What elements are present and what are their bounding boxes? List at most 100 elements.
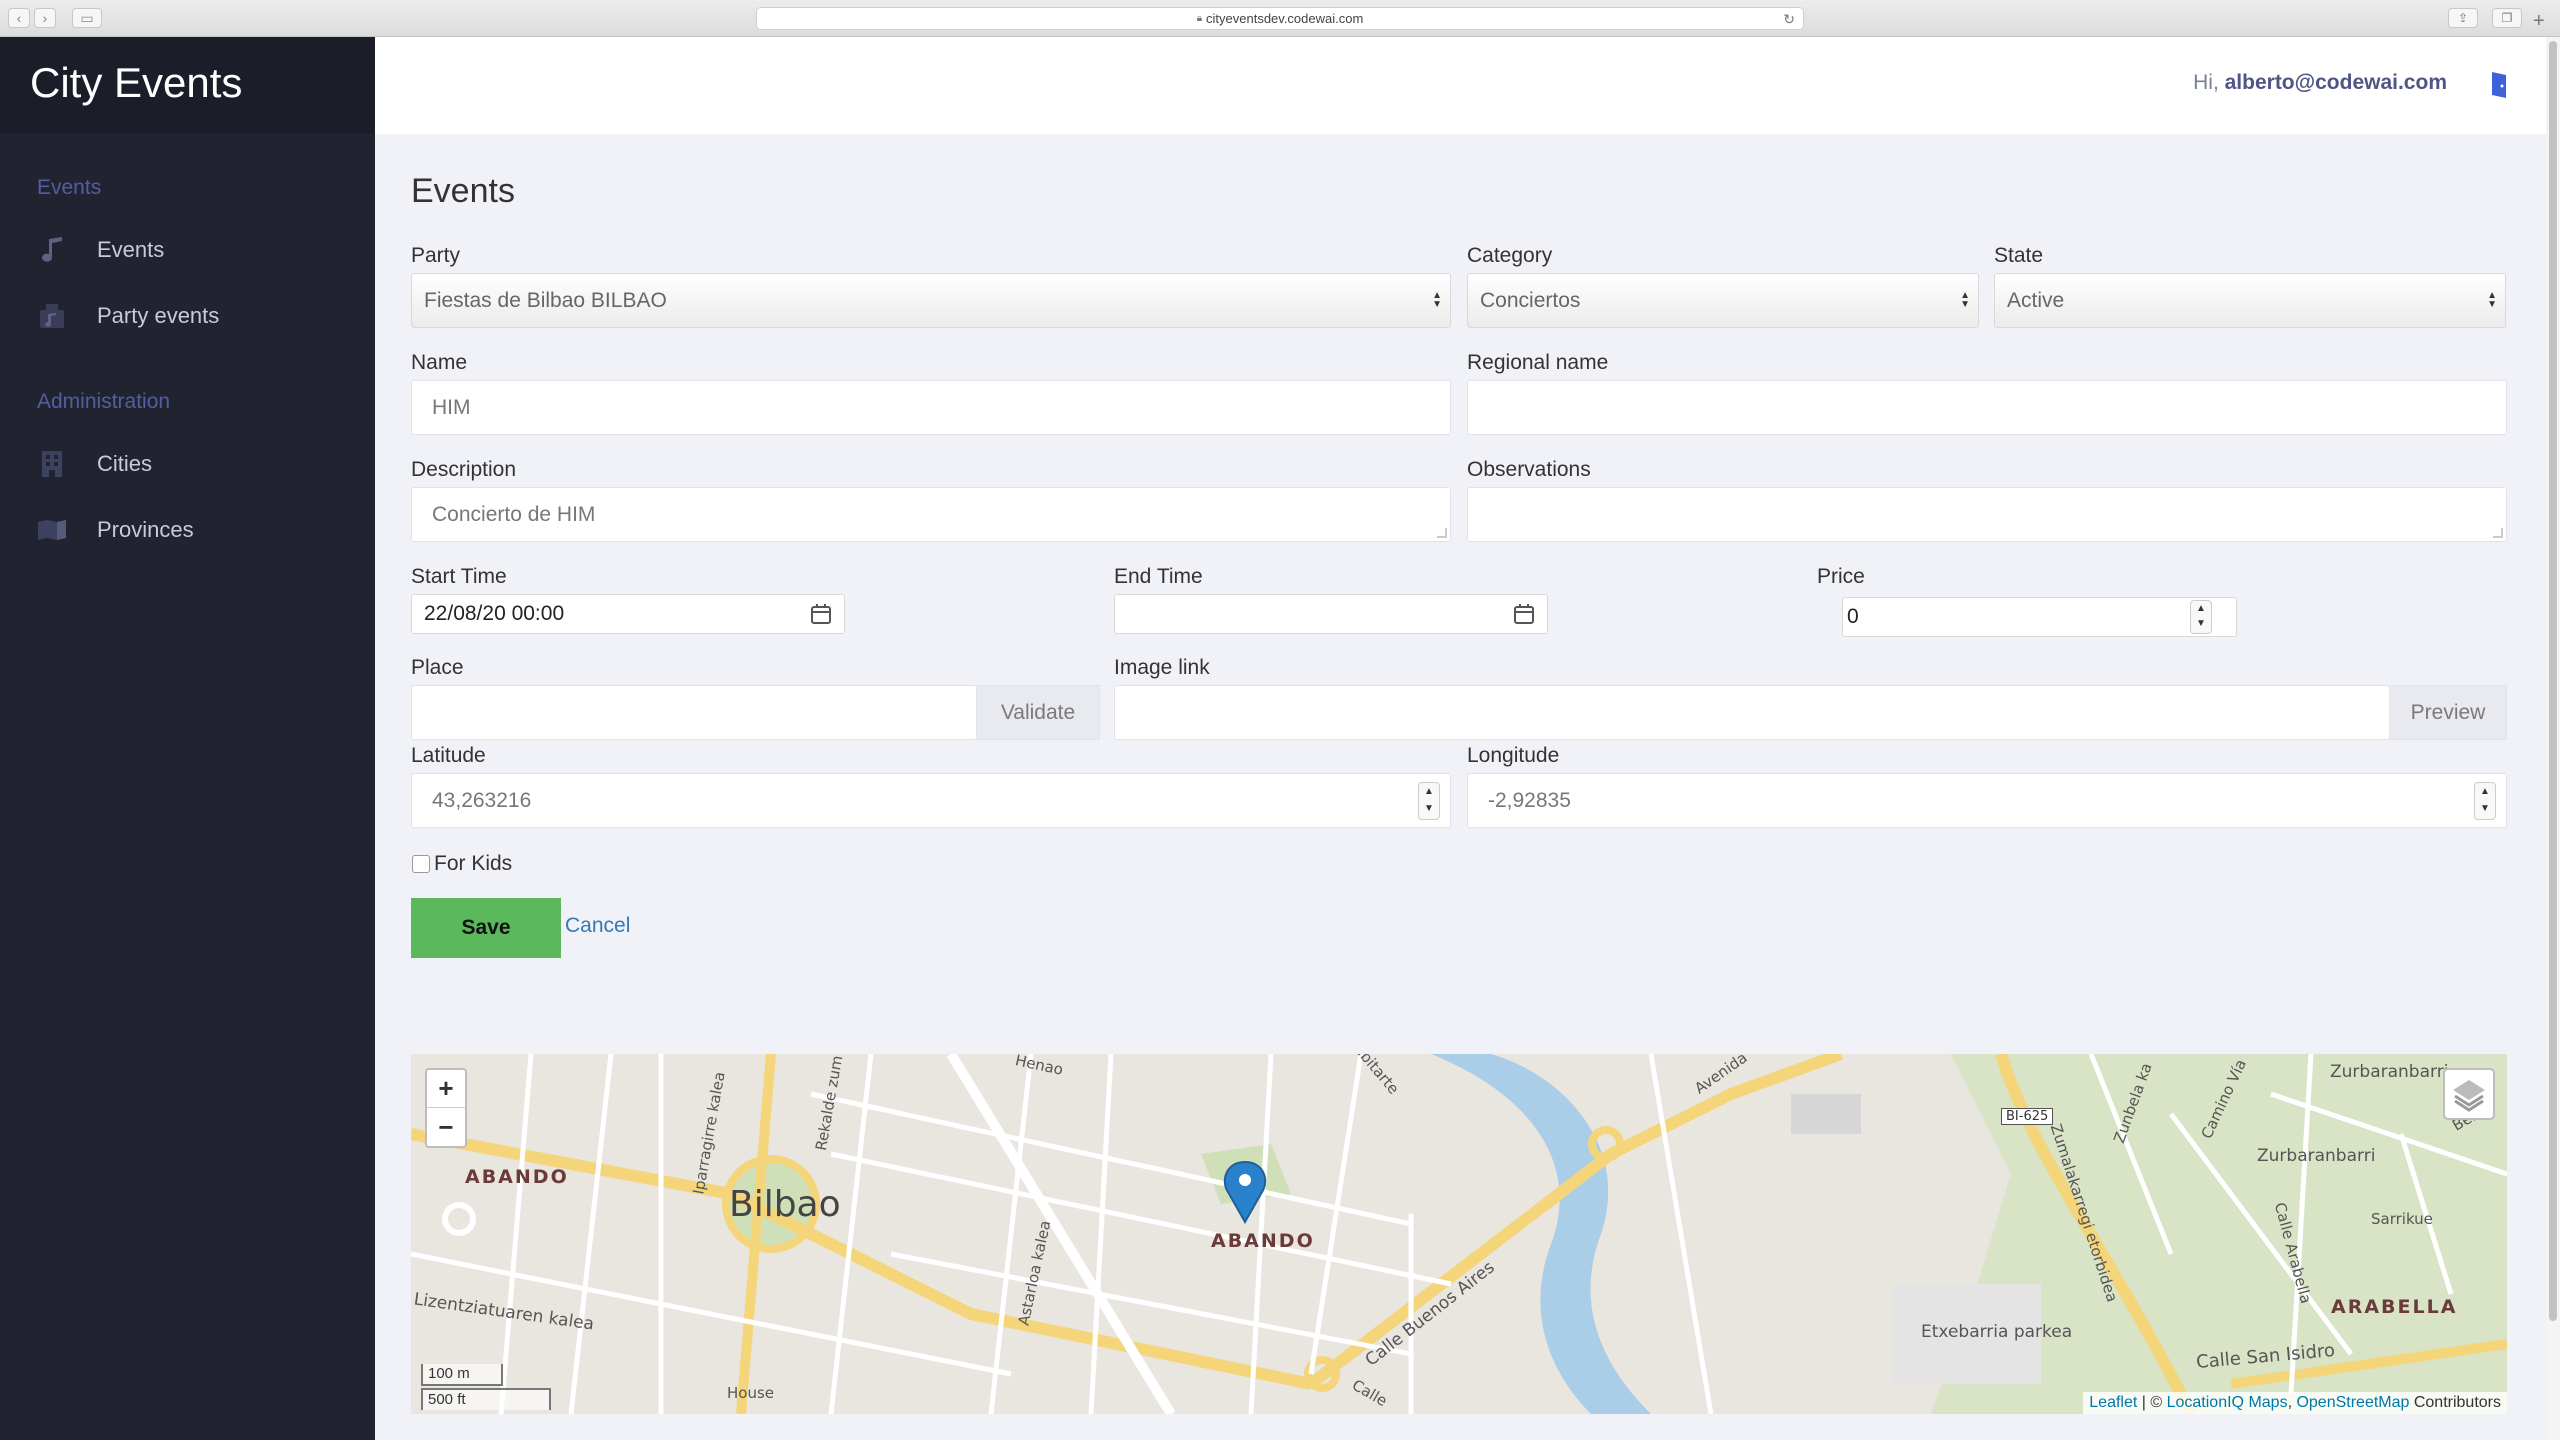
map-label: ARABELLA — [2331, 1296, 2458, 1318]
latitude-stepper[interactable]: ▲ ▼ — [1418, 782, 1440, 820]
validate-button[interactable]: Validate — [976, 685, 1100, 740]
zoom-in-button[interactable]: + — [427, 1070, 465, 1108]
sidebar-item-cities[interactable]: Cities — [37, 444, 152, 484]
map-attribution: Leaflet | © LocationIQ Maps, OpenStreetM… — [2083, 1392, 2507, 1414]
end-time-label: End Time — [1114, 565, 1203, 588]
price-stepper[interactable]: ▲ ▼ — [2190, 600, 2212, 634]
scrollbar-thumb[interactable] — [2549, 41, 2557, 1321]
road-badge: BI-625 — [2001, 1108, 2054, 1125]
start-time-value: 22/08/20 00:00 — [424, 602, 565, 625]
description-textarea[interactable]: Concierto de HIM — [411, 487, 1451, 542]
logout-icon[interactable] — [2488, 71, 2510, 99]
url-text: cityeventsdev.codewai.com — [1206, 11, 1364, 26]
map-label: Etxebarria parkea — [1921, 1322, 2073, 1342]
state-label: State — [1994, 244, 2044, 267]
price-value: 0 — [1847, 605, 1859, 628]
sidebar-item-events[interactable]: Events — [37, 230, 164, 270]
music-note-icon — [37, 236, 67, 264]
browser-back-button[interactable]: ‹ — [8, 8, 30, 28]
page-title: Events — [411, 172, 515, 210]
sidebar-item-label: Events — [97, 237, 165, 262]
sidebar-item-label: Cities — [97, 451, 153, 476]
category-label: Category — [1467, 244, 1553, 267]
map-label: Bilbao — [729, 1184, 841, 1225]
for-kids-label[interactable]: For Kids — [434, 852, 512, 876]
calendar-icon[interactable] — [810, 603, 832, 625]
layers-icon[interactable] — [2443, 1068, 2495, 1120]
map-label: Zurbaranbarri — [2257, 1146, 2376, 1166]
user-email[interactable]: alberto@codewai.com — [2225, 71, 2447, 94]
resize-handle[interactable] — [1437, 528, 1447, 538]
name-input[interactable]: HIM — [411, 380, 1451, 435]
for-kids-checkbox[interactable] — [412, 855, 430, 873]
description-value: Concierto de HIM — [432, 502, 596, 526]
map-icon — [37, 516, 67, 544]
preview-button[interactable]: Preview — [2389, 685, 2507, 740]
end-time-input[interactable] — [1114, 594, 1548, 634]
party-label: Party — [411, 244, 461, 267]
image-link-input[interactable] — [1114, 685, 2390, 740]
select-arrows-icon: ▲ ▼ — [2487, 290, 2497, 310]
address-bar[interactable]: 🔒︎ cityeventsdev.codewai.com ↻ — [756, 7, 1804, 30]
latitude-label: Latitude — [411, 744, 486, 767]
party-select[interactable]: Fiestas de Bilbao BILBAO ▲ ▼ — [411, 273, 1451, 328]
new-tab-icon[interactable]: + — [2533, 10, 2545, 33]
map-label: Zurbaranbarri — [2330, 1062, 2449, 1082]
longitude-input[interactable]: -2,92835 ▲ ▼ — [1467, 773, 2507, 828]
map-label: Sarrikue — [2371, 1210, 2433, 1228]
sidebar-toggle-icon[interactable]: ▭ — [72, 8, 102, 28]
observations-label: Observations — [1467, 458, 1591, 481]
attribution-sep: | © — [2137, 1394, 2167, 1411]
longitude-value: -2,92835 — [1488, 788, 1571, 812]
sidebar-item-label: Provinces — [97, 517, 194, 542]
location-map[interactable]: ABANDO Bilbao ABANDO ARABELLA Etxebarria… — [411, 1054, 2507, 1414]
sidebar-item-provinces[interactable]: Provinces — [37, 510, 194, 550]
longitude-label: Longitude — [1467, 744, 1560, 767]
regional-name-input[interactable] — [1467, 380, 2507, 435]
place-input[interactable] — [411, 685, 977, 740]
top-header: Hi, alberto@codewai.com — [375, 37, 2560, 134]
share-icon[interactable]: ⇪ — [2448, 8, 2478, 28]
attribution-contrib: Contributors — [2409, 1394, 2501, 1411]
category-select-value: Conciertos — [1480, 288, 1581, 312]
building-icon — [37, 450, 67, 478]
app-brand[interactable]: City Events — [0, 37, 375, 134]
latitude-input[interactable]: 43,263216 ▲ ▼ — [411, 773, 1451, 828]
image-link-label: Image link — [1114, 656, 1210, 679]
observations-textarea[interactable] — [1467, 487, 2507, 542]
sidebar: City Events Events Events Party events A… — [0, 37, 375, 1440]
start-time-label: Start Time — [411, 565, 507, 588]
greeting-text: Hi, — [2193, 71, 2219, 94]
locationiq-link[interactable]: LocationIQ Maps — [2167, 1394, 2288, 1411]
save-button[interactable]: Save — [411, 898, 561, 958]
start-time-input[interactable]: 22/08/20 00:00 — [411, 594, 845, 634]
description-label: Description — [411, 458, 517, 481]
lock-icon: 🔒︎ — [1196, 13, 1203, 24]
tabs-icon[interactable]: ❐ — [2492, 8, 2522, 28]
cancel-link[interactable]: Cancel — [565, 914, 630, 938]
sidebar-item-party-events[interactable]: Party events — [37, 296, 219, 336]
select-arrows-icon: ▲ ▼ — [1960, 290, 1970, 310]
map-tiles — [411, 1054, 2507, 1414]
resize-handle[interactable] — [2493, 528, 2503, 538]
zoom-out-button[interactable]: − — [427, 1108, 465, 1146]
price-input[interactable]: 0 ▲ ▼ — [1842, 597, 2237, 637]
state-select[interactable]: Active ▲ ▼ — [1994, 273, 2506, 328]
name-label: Name — [411, 351, 468, 374]
party-icon — [37, 302, 67, 330]
latitude-value: 43,263216 — [432, 788, 532, 812]
leaflet-link[interactable]: Leaflet — [2089, 1394, 2137, 1411]
browser-forward-button[interactable]: › — [34, 8, 56, 28]
place-label: Place — [411, 656, 464, 679]
map-label: ABANDO — [1211, 1230, 1315, 1252]
reload-icon[interactable]: ↻ — [1783, 11, 1795, 28]
map-scale: 100 m 500 ft — [421, 1364, 551, 1410]
scale-metric: 100 m — [421, 1364, 503, 1386]
calendar-icon[interactable] — [1513, 603, 1535, 625]
nav-section-administration: Administration — [37, 390, 171, 413]
osm-link[interactable]: OpenStreetMap — [2296, 1394, 2409, 1411]
browser-toolbar: ‹ › ▭ 🔒︎ cityeventsdev.codewai.com ↻ ⇪ ❐… — [0, 0, 2560, 37]
page-scrollbar[interactable] — [2546, 37, 2560, 1440]
category-select[interactable]: Conciertos ▲ ▼ — [1467, 273, 1979, 328]
longitude-stepper[interactable]: ▲ ▼ — [2474, 782, 2496, 820]
